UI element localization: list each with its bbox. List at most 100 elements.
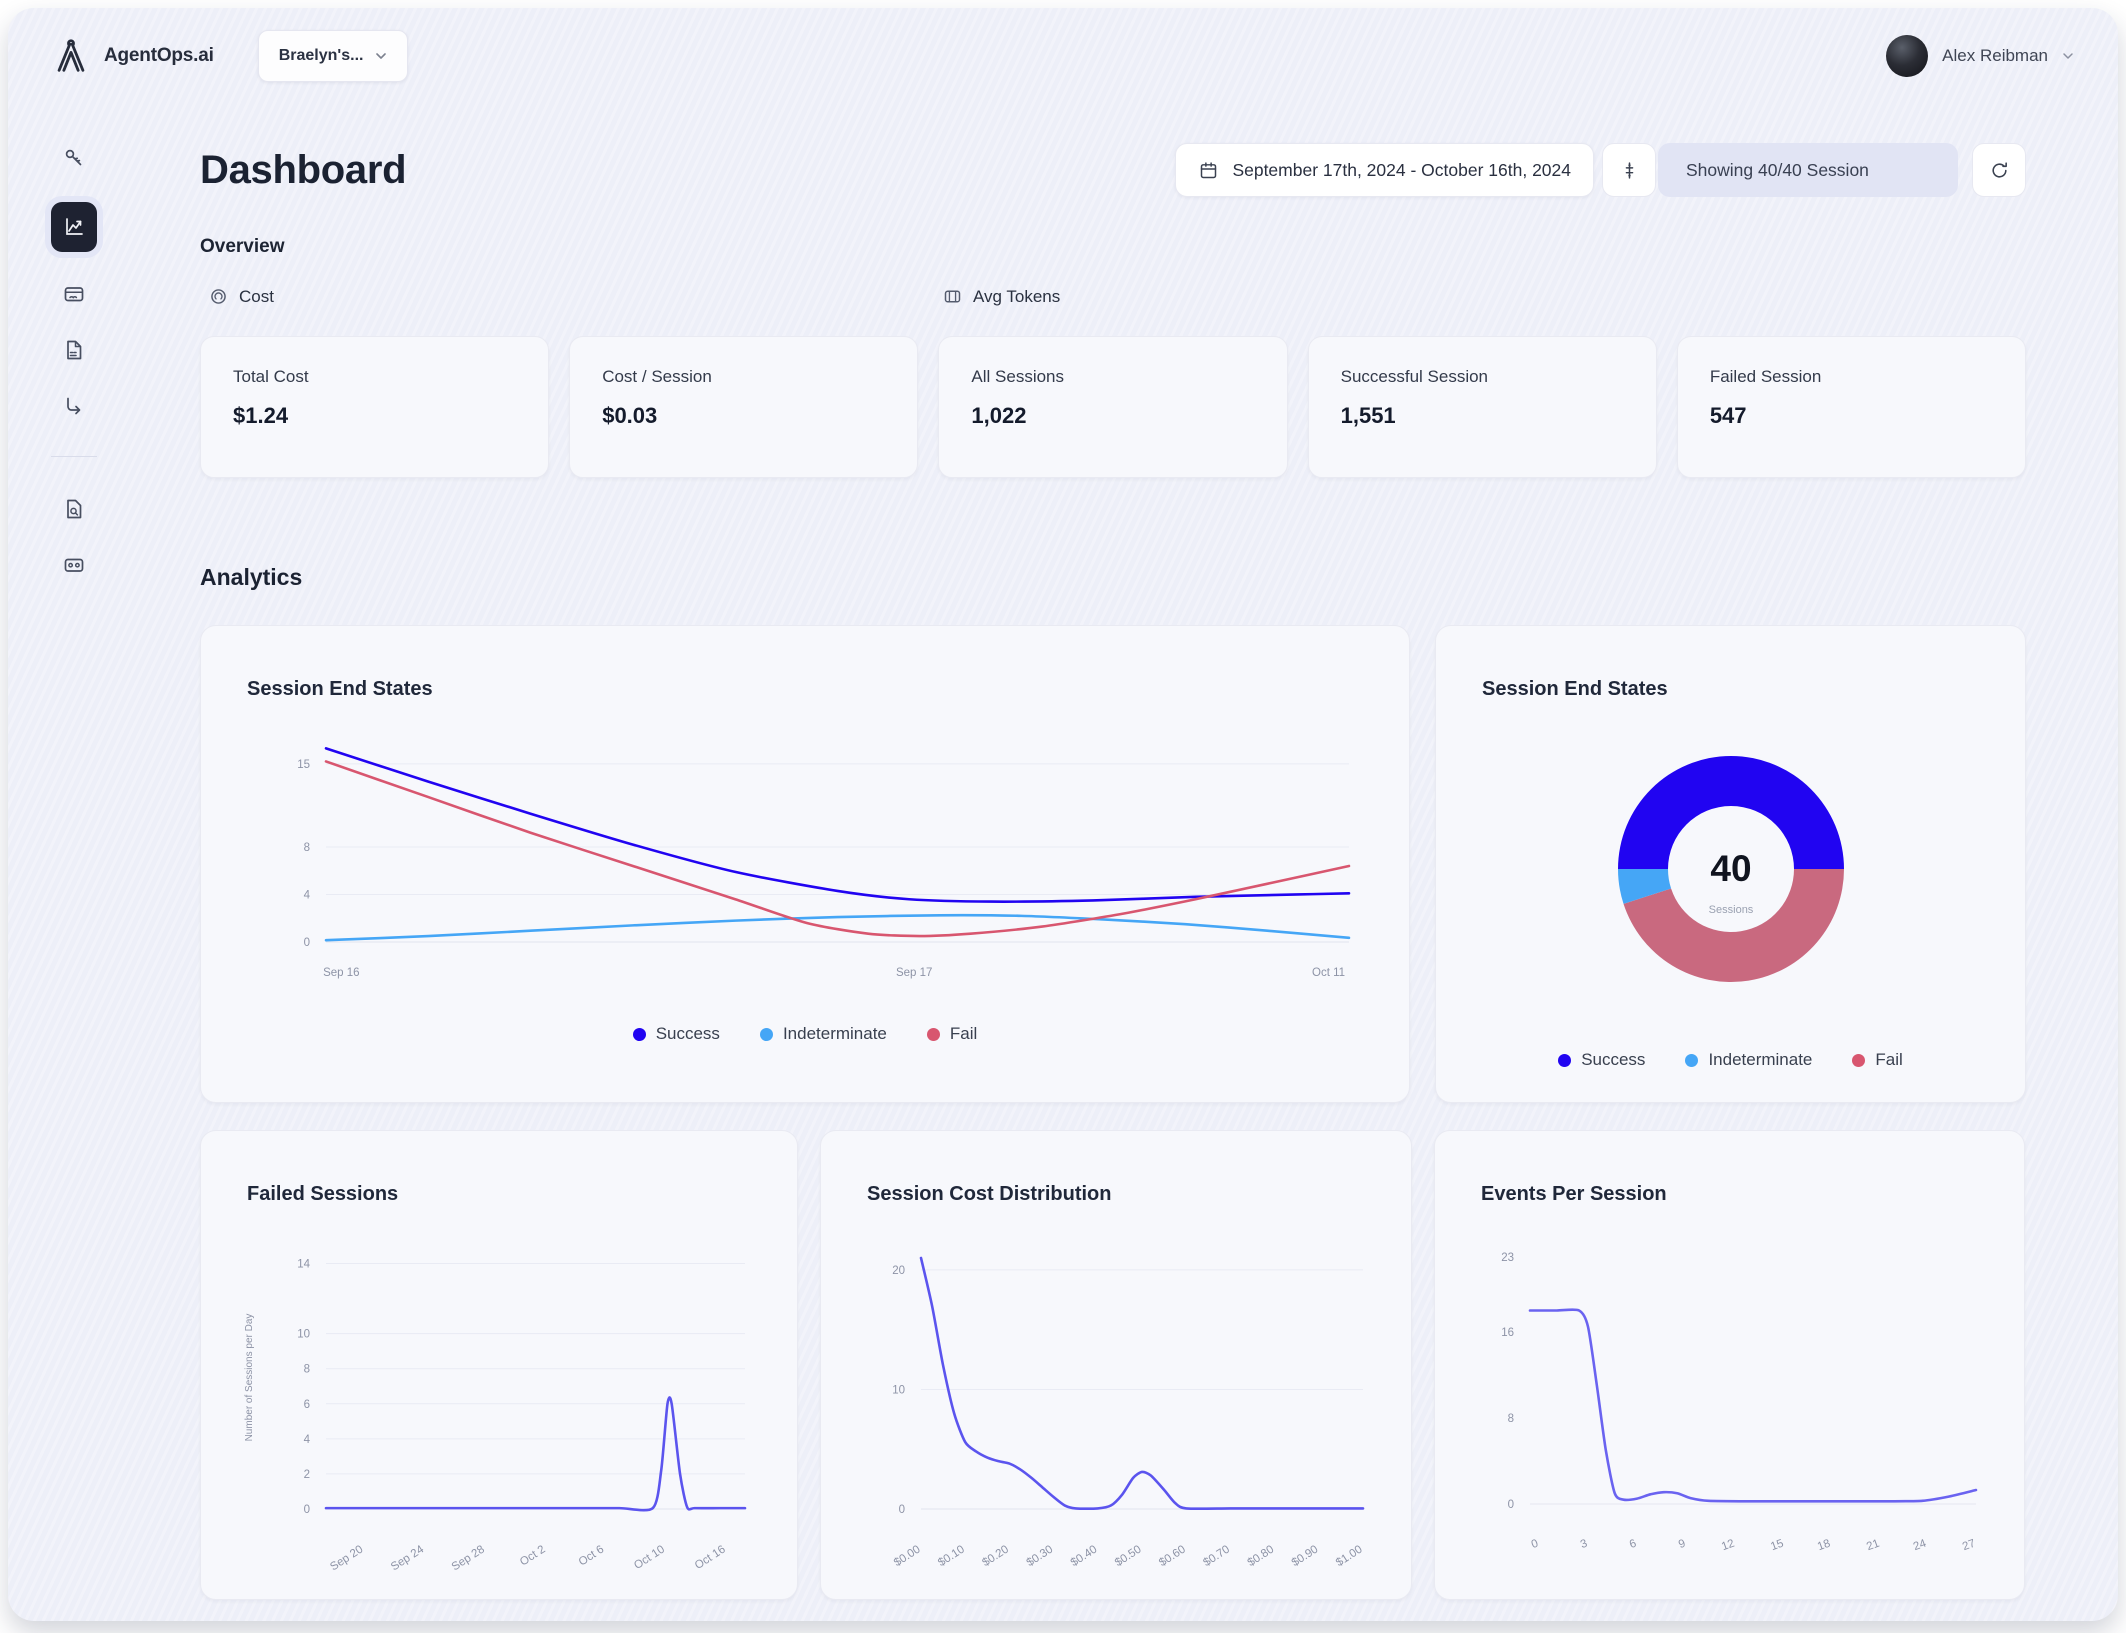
legend-item: Indeterminate — [759, 1024, 887, 1044]
failed-sessions-chart: 0 2 4 6 8 10 14 Sep 20 Sep 24 Sep 28 Oct 2 Oct 6 Oct… — [201, 1131, 797, 1599]
app-window: AgentOps.ai Braelyn's... Alex Reibman Da… — [8, 8, 2118, 1621]
svg-text:Number of Sessions per Day: Number of Sessions per Day — [244, 1314, 255, 1442]
svg-text:15: 15 — [1769, 1538, 1785, 1554]
svg-text:24: 24 — [1912, 1537, 1929, 1553]
session-cost-distribution-chart: 0 10 20 $0.00 $0.10 $0.20 $0.30 $0.40 $0.50 $0.60… — [821, 1131, 1411, 1599]
svg-text:$0.20: $0.20 — [980, 1543, 1011, 1569]
legend-item: Success — [632, 1024, 720, 1044]
code-file-icon[interactable] — [62, 338, 86, 362]
refresh-button[interactable] — [1972, 143, 2026, 197]
svg-text:4: 4 — [304, 889, 311, 901]
stat-value: 1,551 — [1340, 403, 1396, 428]
corner-arrow-icon[interactable] — [62, 394, 86, 418]
legend-item: Fail — [926, 1024, 977, 1044]
svg-text:$0.70: $0.70 — [1201, 1543, 1232, 1569]
tab-avg-tokens[interactable]: Avg Tokens — [942, 286, 1060, 307]
svg-text:10: 10 — [892, 1384, 905, 1396]
stat-value: $0.03 — [602, 403, 658, 428]
analytics-heading: Analytics — [200, 564, 303, 590]
filter-button[interactable] — [1602, 143, 1656, 197]
svg-text:Sep 20: Sep 20 — [328, 1543, 365, 1573]
svg-text:$0.60: $0.60 — [1157, 1543, 1188, 1569]
svg-text:40: 40 — [1710, 848, 1751, 889]
chevron-down-icon — [2063, 53, 2073, 59]
stat-card-total-cost: Total Cost $1.24 — [200, 336, 550, 478]
page-title: Dashboard — [200, 147, 407, 192]
analytics-chart-icon — [66, 218, 83, 235]
id-card-icon[interactable] — [62, 553, 86, 577]
svg-text:Sep 24: Sep 24 — [389, 1543, 427, 1573]
chart-card-failed-sessions: Failed Sessions 0 2 4 6 8 10 14 Sep 20 Sep 24 Sep… — [200, 1130, 798, 1600]
user-menu[interactable]: Alex Reibman — [1886, 35, 2074, 77]
brand: AgentOps.ai — [52, 37, 214, 75]
svg-text:20: 20 — [892, 1265, 905, 1277]
tab-cost[interactable]: Cost — [208, 286, 274, 307]
legend-item: Fail — [1852, 1050, 1903, 1070]
file-search-icon[interactable] — [62, 497, 86, 521]
svg-text:Sep 28: Sep 28 — [450, 1543, 487, 1573]
sidebar-item-dashboard[interactable] — [51, 202, 97, 252]
svg-text:0: 0 — [899, 1504, 905, 1516]
date-range-label: September 17th, 2024 - October 16th, 202… — [1232, 159, 1571, 180]
svg-text:8: 8 — [1508, 1413, 1514, 1425]
tab-avg-tokens-label: Avg Tokens — [973, 286, 1061, 306]
svg-text:Sep 16: Sep 16 — [323, 967, 359, 979]
svg-text:$1.00: $1.00 — [1334, 1543, 1365, 1569]
refresh-icon — [1991, 161, 2007, 178]
stat-label: Failed Session — [1709, 367, 1822, 386]
svg-text:16: 16 — [1501, 1327, 1514, 1339]
legend-item: Indeterminate — [1685, 1050, 1812, 1070]
svg-text:$0.00: $0.00 — [892, 1543, 923, 1569]
svg-text:Sep 17: Sep 17 — [896, 967, 932, 979]
svg-text:23: 23 — [1501, 1252, 1514, 1264]
svg-text:14: 14 — [297, 1259, 310, 1271]
archive-box-icon[interactable] — [62, 282, 86, 306]
svg-text:Oct 6: Oct 6 — [577, 1543, 607, 1568]
svg-text:27: 27 — [1961, 1538, 1977, 1554]
stat-value: $1.24 — [233, 403, 289, 428]
stat-value: 547 — [1709, 403, 1747, 428]
chart-legend: Success Indeterminate Fail — [1436, 1050, 2025, 1070]
svg-text:Oct 10: Oct 10 — [632, 1543, 667, 1572]
svg-text:$0.10: $0.10 — [936, 1543, 967, 1569]
stat-card-failed-session: Failed Session 547 — [1676, 336, 2027, 478]
stat-cards: Total Cost $1.24 Cost / Session $0.03 Al… — [200, 336, 2027, 478]
svg-text:4: 4 — [304, 1434, 311, 1446]
svg-text:21: 21 — [1865, 1538, 1881, 1554]
svg-text:0: 0 — [1508, 1499, 1514, 1511]
svg-text:15: 15 — [297, 759, 310, 771]
calendar-icon — [1201, 161, 1217, 178]
chart-legend: Success Indeterminate Fail — [201, 1024, 1409, 1044]
chart-card-session-end-states-donut: Session End States 40 Sessions Success Ind… — [1435, 625, 2026, 1103]
svg-text:2: 2 — [304, 1469, 310, 1481]
stat-value: 1,022 — [971, 403, 1027, 428]
stat-card-successful-session: Successful Session 1,551 — [1307, 336, 1657, 478]
avatar — [1886, 35, 1929, 77]
sidebar-divider — [51, 456, 97, 457]
svg-text:6: 6 — [304, 1399, 310, 1411]
svg-text:$0.90: $0.90 — [1290, 1543, 1321, 1569]
svg-text:$0.50: $0.50 — [1113, 1543, 1144, 1569]
overview-heading: Overview — [200, 236, 285, 257]
svg-text:3: 3 — [1579, 1538, 1589, 1551]
top-bar: AgentOps.ai Braelyn's... Alex Reibman — [8, 8, 2118, 104]
svg-text:$0.40: $0.40 — [1069, 1543, 1100, 1569]
stat-label: Successful Session — [1340, 367, 1489, 386]
svg-text:9: 9 — [1677, 1538, 1687, 1551]
chart-card-session-cost-distribution: Session Cost Distribution 0 10 20 $0.00 $0.1… — [820, 1130, 1412, 1600]
brand-name: AgentOps.ai — [104, 45, 214, 66]
key-icon[interactable] — [62, 146, 86, 170]
stat-label: Total Cost — [233, 367, 309, 386]
dashboard-controls: September 17th, 2024 - October 16th, 202… — [1175, 143, 2026, 197]
svg-text:8: 8 — [304, 1364, 310, 1376]
stat-card-all-sessions: All Sessions 1,022 — [938, 336, 1288, 478]
tokens-icon — [944, 290, 961, 303]
events-per-session-chart: 0 8 16 23 0 3 6 9 12 15 18 21 24 27 — [1435, 1131, 2024, 1599]
date-range-picker[interactable]: September 17th, 2024 - October 16th, 202… — [1175, 143, 1594, 197]
stat-label: All Sessions — [971, 367, 1065, 386]
svg-text:$0.80: $0.80 — [1246, 1543, 1277, 1569]
workspace-selector[interactable]: Braelyn's... — [257, 30, 409, 82]
svg-text:0: 0 — [304, 937, 310, 949]
sidebar — [8, 104, 140, 1621]
legend-item: Success — [1558, 1050, 1645, 1070]
